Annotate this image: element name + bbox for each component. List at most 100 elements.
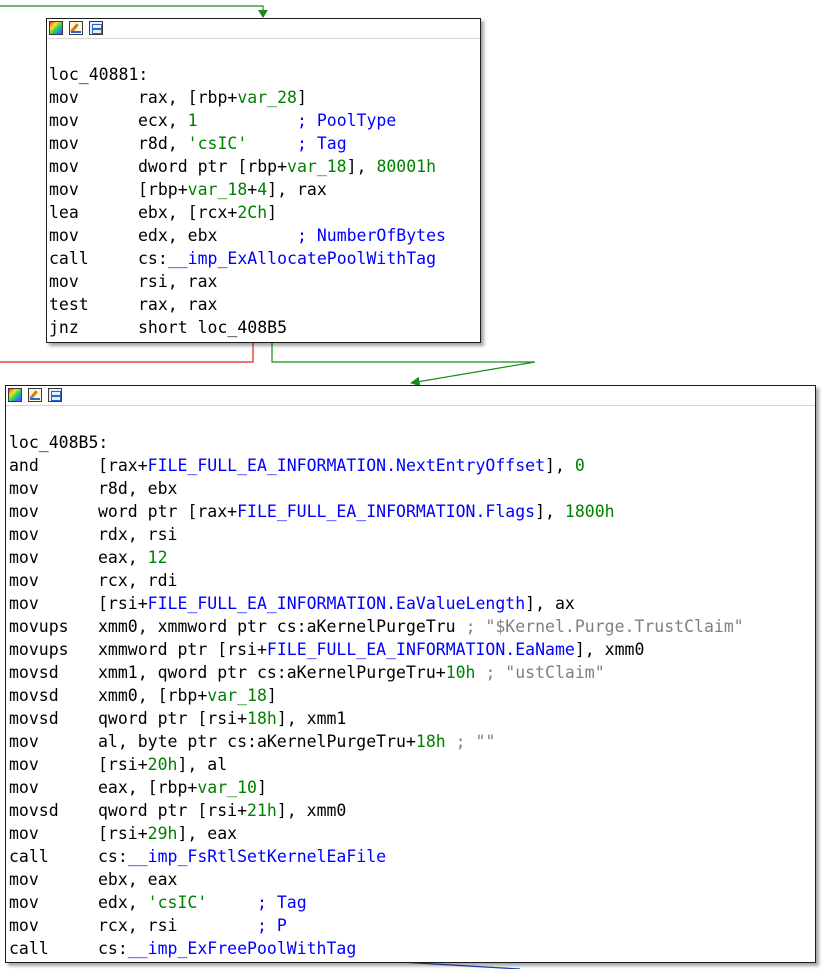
operand-token: [rax+ — [98, 456, 148, 475]
operand-token: + — [247, 180, 258, 199]
comment-token: ; "" — [455, 732, 496, 751]
operand-token: ], — [346, 157, 377, 176]
number-token: 18h — [415, 732, 446, 751]
instruction-operands: rax, rax — [138, 293, 217, 316]
instruction-mnemonic: mov — [9, 571, 39, 590]
edge-false-branch — [0, 343, 254, 363]
graph-overview-icon[interactable] — [48, 388, 62, 402]
variable-token[interactable]: var_18 — [207, 686, 267, 705]
code-block-loc-408b5[interactable]: loc_408B5: and [rax+FILE_FULL_EA_INFORMATI… — [5, 385, 816, 963]
operand-token: short loc_408B5 — [138, 318, 288, 337]
instruction-mnemonic: mov — [9, 916, 39, 935]
instruction-operands: short loc_408B5 — [138, 316, 287, 339]
number-token: 1800h — [564, 502, 615, 521]
operand-token: xmm0, [rbp+ — [98, 686, 208, 705]
instruction-mnemonic: jnz — [49, 318, 79, 337]
instruction-operands: [rsi+29h], eax — [98, 822, 237, 845]
number-token: 18h — [247, 709, 277, 728]
instruction-operands: cs:__imp_ExAllocatePoolWithTag — [138, 247, 436, 270]
operand-token: ], rax — [267, 180, 327, 199]
instruction-mnemonic: movsd — [9, 663, 59, 682]
instruction-operands: rcx, rdi — [98, 569, 177, 592]
comment-token: ; Tag — [296, 134, 347, 153]
edit-pencil-icon[interactable] — [69, 21, 83, 35]
instruction-operands: qword ptr [rsi+21h], xmm0 — [98, 799, 346, 822]
instruction-operands: cs:__imp_ExFreePoolWithTag — [98, 937, 356, 960]
number-token: 2Ch — [237, 203, 268, 222]
instruction-mnemonic: call — [9, 847, 49, 866]
operand-token — [207, 893, 257, 912]
instruction-operands: xmm0, xmmword ptr cs:aKernelPurgeTru ; "… — [98, 615, 744, 638]
operand-token: ], ax — [525, 594, 575, 613]
comment-token: ; "$Kernel.Purge.TrustClaim" — [465, 617, 744, 636]
code-label[interactable]: loc_40881: — [49, 63, 148, 86]
instruction-operands: edx, 'csIC' ; Tag — [98, 891, 307, 914]
operand-token: ecx, — [138, 111, 188, 130]
operand-token: [rsi+ — [98, 824, 148, 843]
instruction-operands: rsi, rax — [138, 270, 217, 293]
operand-token: qword ptr [rsi+ — [98, 709, 248, 728]
block-titlebar — [6, 386, 815, 406]
instruction-mnemonic: lea — [49, 203, 79, 222]
block-titlebar — [47, 19, 480, 39]
operand-token: dword ptr [rbp+ — [138, 157, 288, 176]
instruction-mnemonic: movups — [9, 617, 69, 636]
operand-token: [rbp+ — [138, 180, 188, 199]
symbol-token[interactable]: FILE_FULL_EA_INFORMATION.EaName — [267, 640, 575, 659]
symbol-token[interactable]: FILE_FULL_EA_INFORMATION.Flags — [237, 502, 535, 521]
instruction-operands: rdx, rsi — [98, 523, 177, 546]
instruction-operands: [rsi+FILE_FULL_EA_INFORMATION.EaValueLen… — [98, 592, 575, 615]
operand-token: qword ptr [rsi+ — [98, 801, 248, 820]
operand-token: ], — [535, 502, 565, 521]
string-token: 'csIC' — [147, 893, 208, 912]
comment-token: ; PoolType — [296, 111, 397, 130]
operand-token: [rsi+ — [98, 755, 148, 774]
edit-pencil-icon[interactable] — [28, 388, 42, 402]
operand-token: ], xmm0 — [276, 801, 347, 820]
instruction-mnemonic: call — [49, 249, 89, 268]
symbol-token[interactable]: FILE_FULL_EA_INFORMATION.NextEntryOffset — [148, 456, 545, 475]
instruction-mnemonic: and — [9, 456, 39, 475]
instruction-mnemonic: mov — [9, 732, 39, 751]
symbol-token[interactable]: __imp_ExAllocatePoolWithTag — [168, 249, 436, 268]
color-palette-icon[interactable] — [8, 388, 22, 402]
number-token: 12 — [147, 548, 168, 567]
instruction-mnemonic: mov — [49, 88, 79, 107]
instruction-mnemonic: mov — [49, 111, 79, 130]
symbol-token[interactable]: __imp_ExFreePoolWithTag — [128, 939, 356, 958]
instruction-mnemonic: mov — [9, 755, 39, 774]
color-palette-icon[interactable] — [49, 21, 63, 35]
graph-overview-icon[interactable] — [89, 21, 103, 35]
instruction-mnemonic: mov — [9, 479, 39, 498]
operand-token — [198, 111, 297, 130]
code-label[interactable]: loc_408B5: — [9, 431, 108, 454]
operand-token: eax, — [98, 548, 148, 567]
instruction-operands: word ptr [rax+FILE_FULL_EA_INFORMATION.F… — [98, 500, 615, 523]
instruction-operands: xmm0, [rbp+var_18] — [98, 684, 277, 707]
string-token: 'csIC' — [187, 134, 248, 153]
instruction-mnemonic: movups — [9, 640, 69, 659]
edge-true-branch — [271, 343, 536, 387]
variable-token[interactable]: var_18 — [188, 180, 248, 199]
instruction-mnemonic: mov — [9, 778, 39, 797]
instruction-operands: qword ptr [rsi+18h], xmm1 — [98, 707, 346, 730]
variable-token[interactable]: var_28 — [237, 88, 297, 107]
instruction-mnemonic: mov — [9, 824, 39, 843]
instruction-operands: al, byte ptr cs:aKernelPurgeTru+18h ; "" — [98, 730, 495, 753]
number-token: 10h — [445, 663, 476, 682]
instruction-operands: xmmword ptr [rsi+FILE_FULL_EA_INFORMATIO… — [98, 638, 644, 661]
instruction-mnemonic: movsd — [9, 709, 59, 728]
operand-token: edx, — [98, 893, 148, 912]
instruction-operands: ebx, eax — [98, 868, 177, 891]
operand-token: ], eax — [177, 824, 238, 843]
number-token: 1 — [187, 111, 198, 130]
instruction-mnemonic: mov — [9, 870, 39, 889]
comment-token: ; "ustClaim" — [485, 663, 605, 682]
operand-token: ], xmm0 — [574, 640, 645, 659]
symbol-token[interactable]: __imp_FsRtlSetKernelEaFile — [128, 847, 386, 866]
variable-token[interactable]: var_18 — [287, 157, 347, 176]
code-block-loc-40881[interactable]: loc_40881: mov rax, [rbp+var_28] mov ecx, 1 … — [46, 18, 481, 343]
symbol-token[interactable]: FILE_FULL_EA_INFORMATION.EaValueLength — [148, 594, 526, 613]
operand-token: word ptr [rax+ — [98, 502, 238, 521]
variable-token[interactable]: var_10 — [197, 778, 257, 797]
